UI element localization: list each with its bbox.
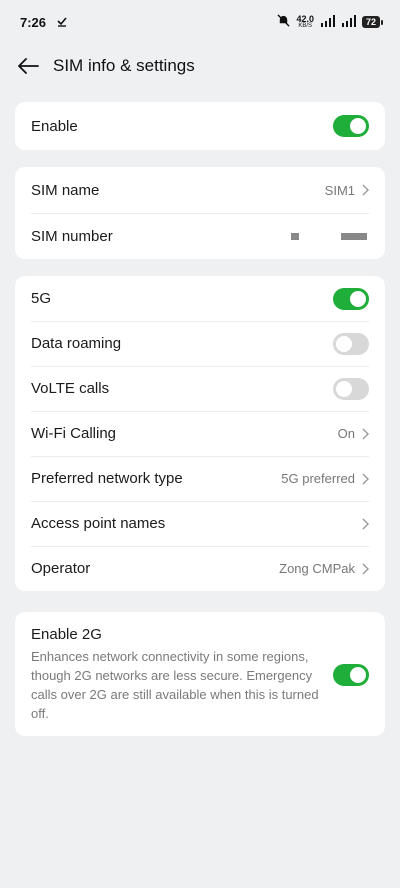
enable-2g-description: Enhances network connectivity in some re… <box>31 649 319 721</box>
wifi-calling-label: Wi-Fi Calling <box>31 425 117 442</box>
enable-toggle[interactable] <box>333 115 369 137</box>
sim-name-value: SIM1 <box>324 182 355 198</box>
wifi-calling-row[interactable]: Wi-Fi Calling On <box>15 411 385 456</box>
download-done-icon <box>56 15 68 30</box>
status-time: 7:26 <box>20 14 47 30</box>
fiveg-label: 5G <box>31 290 52 307</box>
volte-toggle[interactable] <box>333 377 369 400</box>
app-header: SIM info & settings <box>0 44 400 88</box>
wifi-calling-value: On <box>337 426 355 441</box>
preferred-network-row[interactable]: Preferred network type 5G preferred <box>15 456 385 501</box>
chevron-right-icon <box>362 184 369 196</box>
data-roaming-toggle[interactable] <box>333 332 369 355</box>
access-point-names-row[interactable]: Access point names <box>15 501 385 546</box>
enable-row[interactable]: Enable <box>15 102 385 150</box>
data-roaming-row[interactable]: Data roaming <box>15 321 385 366</box>
enable-label: Enable <box>31 117 78 135</box>
sim-name-label: SIM name <box>31 181 100 199</box>
operator-value: Zong CMPak <box>279 561 355 576</box>
fiveg-toggle[interactable] <box>333 287 369 310</box>
chevron-right-icon <box>362 563 369 574</box>
sim-number-redacted <box>341 232 367 240</box>
network-speed: 42.0 KB/S <box>296 14 314 30</box>
volte-label: VoLTE calls <box>31 380 110 397</box>
mute-icon <box>277 14 291 30</box>
sim-name-row[interactable]: SIM name SIM1 <box>15 167 385 213</box>
chevron-right-icon <box>362 428 369 439</box>
sim-number-row: SIM number <box>15 213 385 259</box>
access-point-names-label: Access point names <box>31 515 166 532</box>
enable-card: Enable <box>15 102 385 150</box>
operator-label: Operator <box>31 560 91 577</box>
chevron-right-icon <box>362 518 369 529</box>
page-title: SIM info & settings <box>53 56 195 75</box>
sim-number-label: SIM number <box>31 227 113 245</box>
chevron-right-icon <box>362 473 369 484</box>
sim-card: SIM name SIM1 SIM number <box>15 167 385 259</box>
status-bar: 7:26 42.0 KB/S 72 <box>0 0 400 44</box>
back-arrow-icon <box>18 58 39 74</box>
signal-4g-icon <box>320 14 336 30</box>
sim-number-redacted <box>291 232 299 240</box>
battery-icon: 72 <box>361 16 384 28</box>
network-card: 5G Data roaming VoLTE calls Wi-Fi Callin… <box>15 276 385 591</box>
enable-2g-title: Enable 2G <box>31 626 102 643</box>
operator-row[interactable]: Operator Zong CMPak <box>15 546 385 591</box>
back-button[interactable] <box>0 44 56 88</box>
volte-row[interactable]: VoLTE calls <box>15 366 385 411</box>
fiveg-row[interactable]: 5G <box>15 276 385 321</box>
signal-icon <box>341 14 356 30</box>
enable-2g-toggle[interactable] <box>333 663 369 686</box>
enable-2g-card[interactable]: Enable 2G Enhances network connectivity … <box>15 612 385 736</box>
data-roaming-label: Data roaming <box>31 335 122 352</box>
preferred-network-label: Preferred network type <box>31 470 183 487</box>
preferred-network-value: 5G preferred <box>281 471 355 486</box>
